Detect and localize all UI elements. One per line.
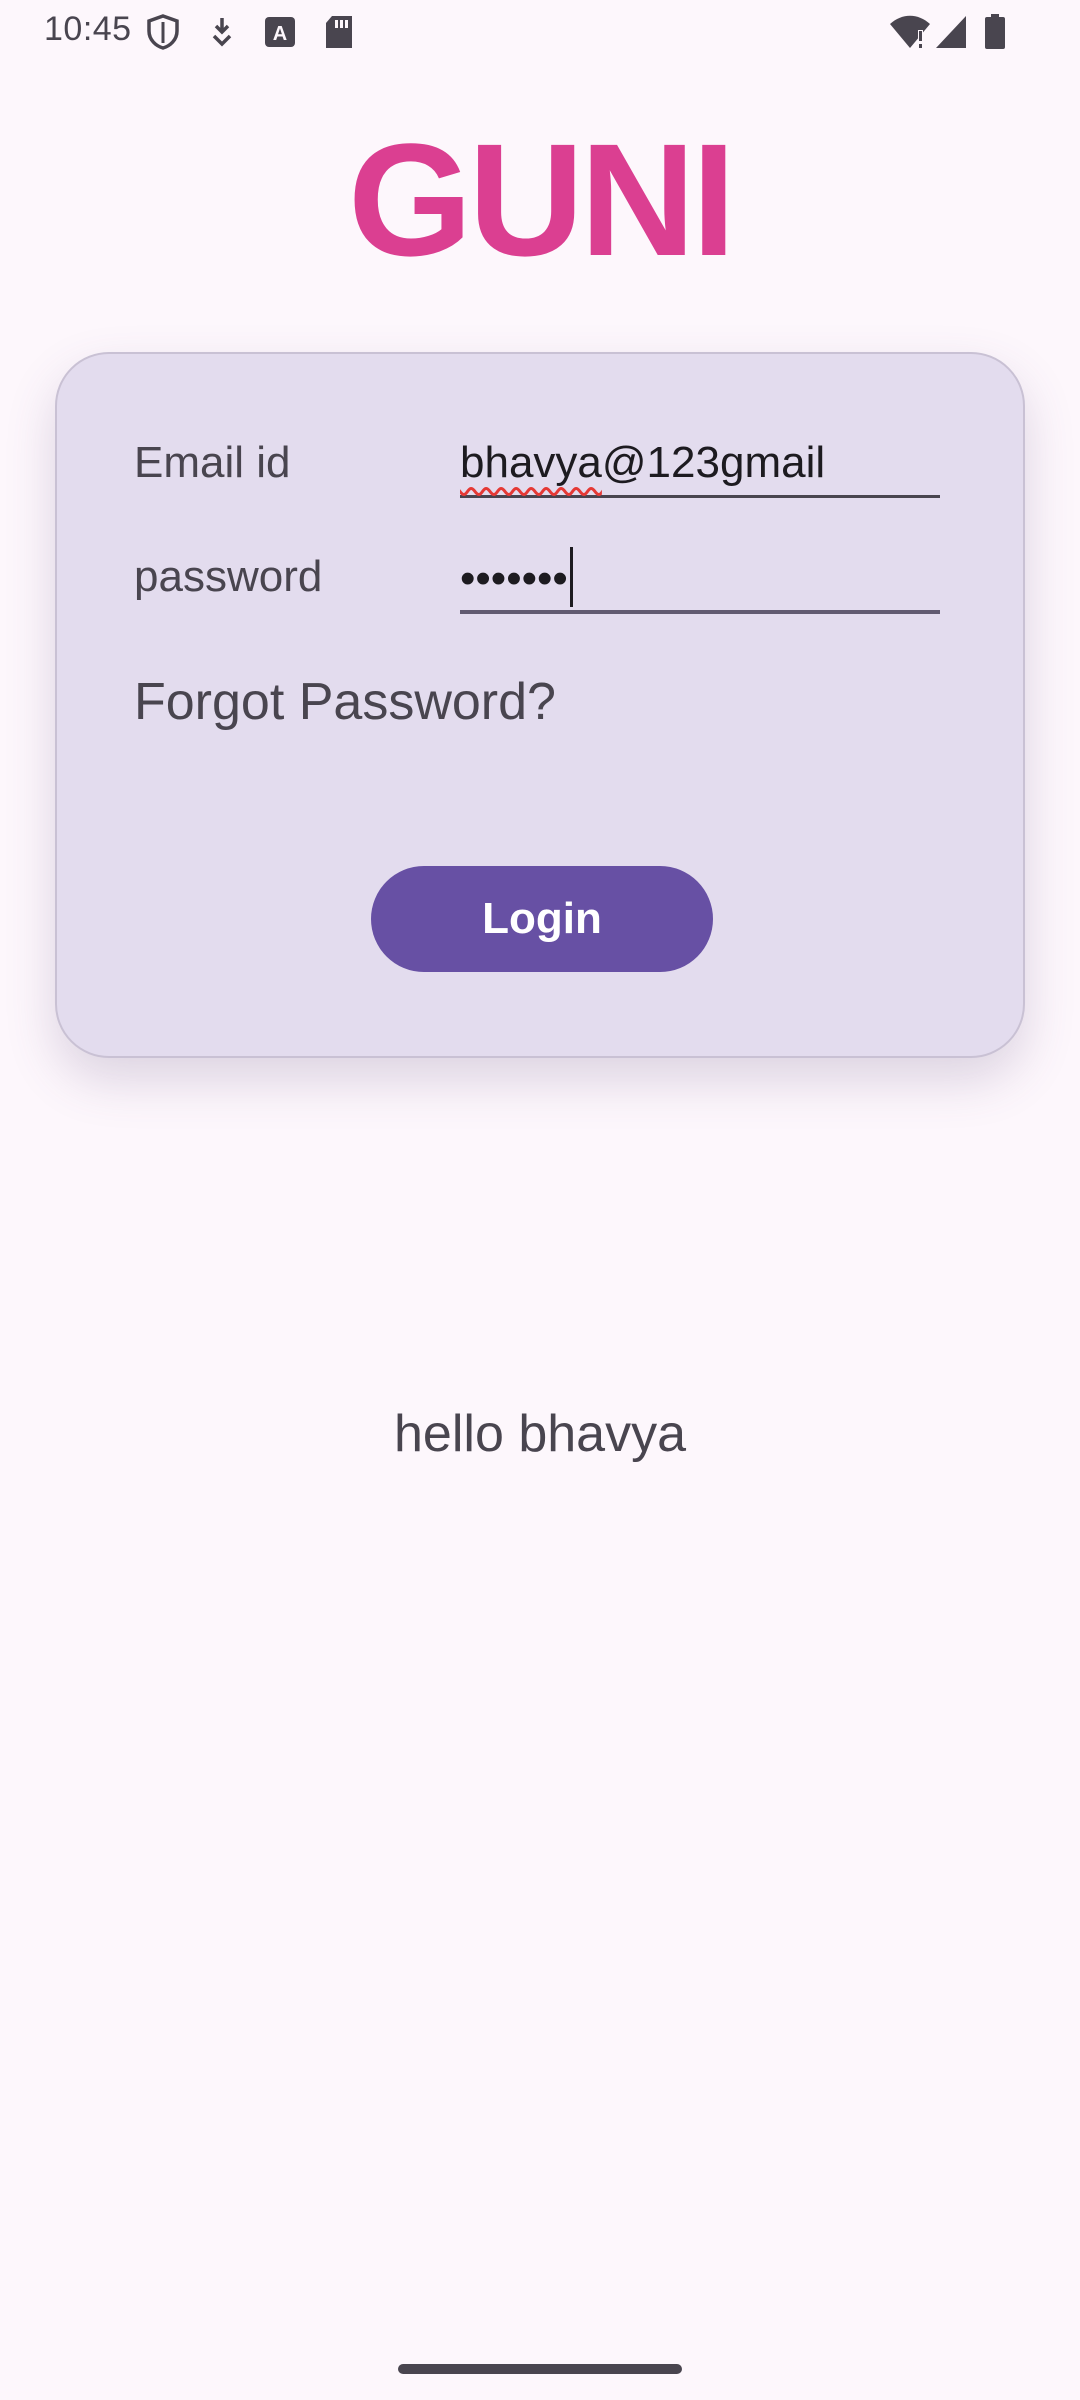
email-label: Email id	[134, 438, 291, 487]
text-badge-icon: A	[264, 14, 296, 50]
home-indicator[interactable]	[398, 2364, 682, 2374]
login-screen: 10:45 A GUNI Email id bhavya@123gmail pa…	[0, 0, 1080, 2400]
text-cursor	[569, 547, 573, 608]
sd-card-icon	[324, 14, 354, 50]
shield-icon	[146, 14, 180, 50]
battery-icon	[984, 14, 1006, 50]
email-value-misspelled: bhavya	[460, 438, 602, 487]
download-icon	[208, 14, 236, 50]
password-label: password	[134, 552, 323, 601]
login-button[interactable]: Login	[371, 866, 713, 972]
password-value: •••••••	[460, 554, 568, 603]
status-bar: 10:45 A	[0, 0, 1080, 64]
wifi-alert-icon	[888, 14, 932, 50]
email-field[interactable]: bhavya@123gmail	[460, 428, 940, 498]
password-field[interactable]: •••••••	[460, 544, 940, 614]
greeting-text: hello bhavya	[394, 1405, 686, 1463]
status-time: 10:45	[44, 10, 132, 48]
guni-logo: GUNI	[348, 110, 736, 289]
email-value-rest: @123gmail	[601, 438, 826, 487]
forgot-password-link[interactable]: Forgot Password?	[134, 672, 556, 732]
login-card: Email id bhavya@123gmail password ••••••…	[55, 352, 1025, 1058]
cellular-signal-icon	[934, 14, 968, 50]
text-badge-letter: A	[273, 23, 287, 45]
